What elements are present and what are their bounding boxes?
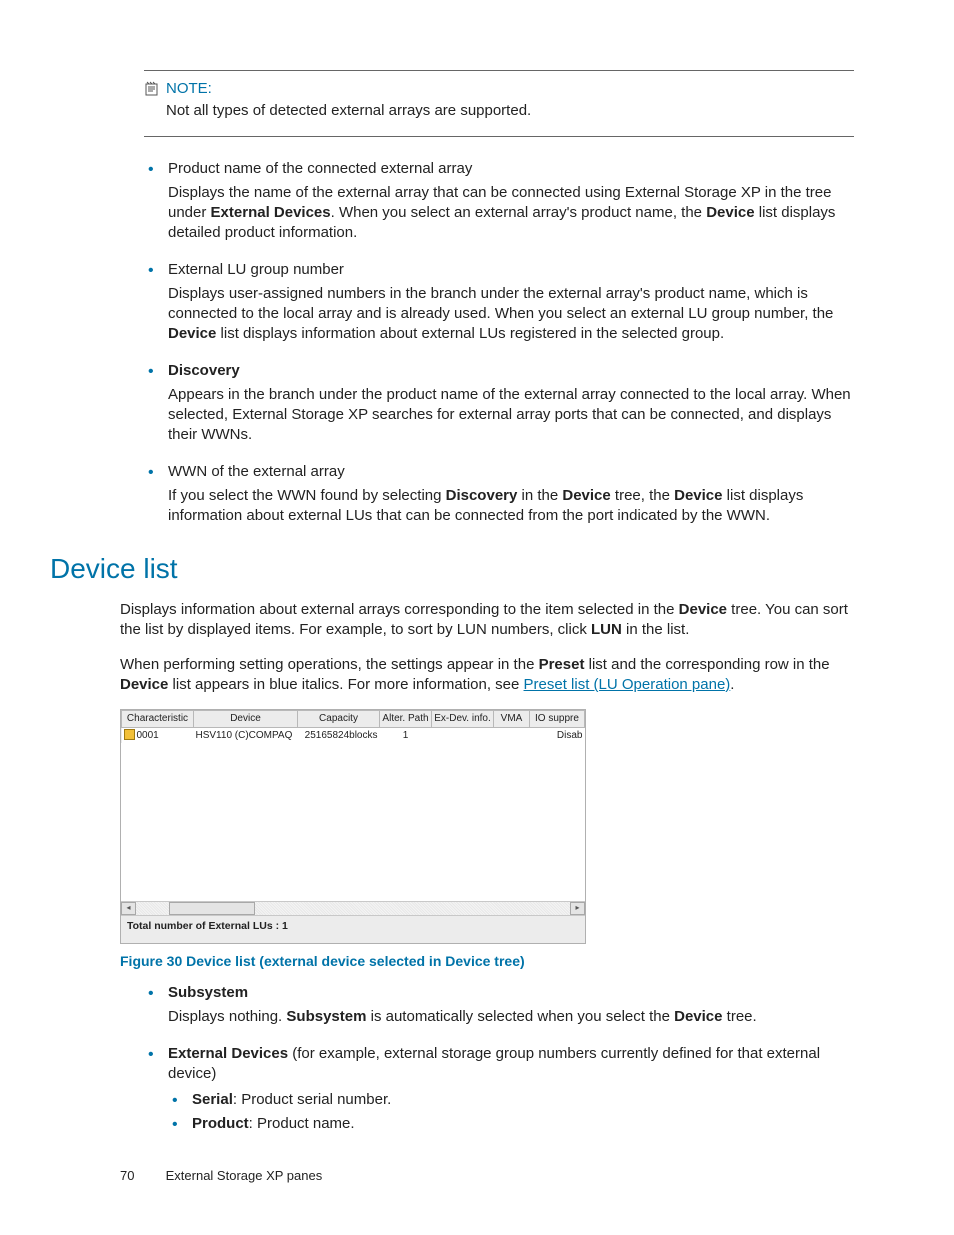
cell-ex-dev-info bbox=[432, 727, 494, 743]
item-heading: WWN of the external array bbox=[168, 462, 854, 482]
scroll-right-button[interactable]: ▸ bbox=[570, 902, 585, 915]
text: When performing setting operations, the … bbox=[120, 656, 539, 673]
text: Displays information about external arra… bbox=[120, 601, 679, 618]
item-body: If you select the WWN found by selecting… bbox=[168, 486, 854, 527]
bold-text: Subsystem bbox=[168, 984, 248, 1001]
cell-capacity: 25165824blocks bbox=[298, 727, 380, 743]
col-characteristic[interactable]: Characteristic bbox=[122, 711, 194, 728]
sub-list: Serial: Product serial number. Product: … bbox=[168, 1090, 854, 1135]
table-empty-area bbox=[121, 743, 585, 901]
col-ex-dev-info[interactable]: Ex-Dev. info. bbox=[432, 711, 494, 728]
text: tree. bbox=[723, 1008, 757, 1025]
bold-text: External Devices bbox=[168, 1045, 288, 1062]
bold-text: Device bbox=[679, 601, 727, 618]
list-item: Discovery Appears in the branch under th… bbox=[144, 361, 854, 446]
col-alter-path[interactable]: Alter. Path bbox=[380, 711, 432, 728]
col-device[interactable]: Device bbox=[194, 711, 298, 728]
item-body: Appears in the branch under the product … bbox=[168, 385, 854, 446]
table-footer: Total number of External LUs : 1 bbox=[121, 916, 585, 943]
lu-icon bbox=[124, 729, 135, 740]
table-row[interactable]: 0001 HSV110 (C)COMPAQ 25165824blocks 1 D… bbox=[122, 727, 585, 743]
cell-device: HSV110 (C)COMPAQ bbox=[194, 727, 298, 743]
text: : Product name. bbox=[249, 1115, 355, 1132]
text: Displays user-assigned numbers in the br… bbox=[168, 285, 833, 322]
table-header-row: Characteristic Device Capacity Alter. Pa… bbox=[122, 711, 585, 728]
item-body: Displays user-assigned numbers in the br… bbox=[168, 284, 854, 345]
text: : Product serial number. bbox=[233, 1091, 391, 1108]
list-item: WWN of the external array If you select … bbox=[144, 462, 854, 527]
col-capacity[interactable]: Capacity bbox=[298, 711, 380, 728]
item-heading: Subsystem bbox=[168, 983, 854, 1003]
cell-vma bbox=[494, 727, 530, 743]
list-item: Product name of the connected external a… bbox=[144, 159, 854, 244]
note-label: NOTE: bbox=[166, 79, 212, 99]
item-body: External Devices (for example, external … bbox=[168, 1044, 854, 1085]
device-table: Characteristic Device Capacity Alter. Pa… bbox=[121, 710, 585, 743]
item-heading: Discovery bbox=[168, 361, 854, 381]
text: is automatically selected when you selec… bbox=[366, 1008, 674, 1025]
item-body: Displays nothing. Subsystem is automatic… bbox=[168, 1007, 854, 1027]
note-text: Not all types of detected external array… bbox=[166, 101, 854, 121]
page-number: 70 bbox=[120, 1167, 162, 1185]
bold-text: Product bbox=[192, 1115, 249, 1132]
cell-characteristic: 0001 bbox=[122, 727, 194, 743]
bold-text: Device bbox=[120, 676, 168, 693]
bold-text: Device bbox=[562, 487, 610, 504]
note-box: NOTE: Not all types of detected external… bbox=[144, 70, 854, 137]
text: . bbox=[730, 676, 734, 693]
text: in the bbox=[517, 487, 562, 504]
text: list and the corresponding row in the bbox=[584, 656, 829, 673]
preset-list-link[interactable]: Preset list (LU Operation pane) bbox=[524, 676, 731, 693]
bold-text: External Devices bbox=[211, 204, 331, 221]
text: Displays nothing. bbox=[168, 1008, 286, 1025]
bold-text: Device bbox=[674, 1008, 722, 1025]
bold-text: Discovery bbox=[168, 362, 240, 379]
text: . When you select an external array's pr… bbox=[331, 204, 707, 221]
paragraph: Displays information about external arra… bbox=[120, 600, 854, 641]
item-heading: Product name of the connected external a… bbox=[168, 159, 854, 179]
text: tree, the bbox=[611, 487, 674, 504]
col-vma[interactable]: VMA bbox=[494, 711, 530, 728]
horizontal-scrollbar[interactable]: ◂ ▸ bbox=[121, 901, 585, 916]
scroll-left-button[interactable]: ◂ bbox=[121, 902, 136, 915]
page-footer: 70 External Storage XP panes bbox=[120, 1167, 322, 1185]
figure-caption: Figure 30 Device list (external device s… bbox=[120, 952, 854, 971]
item-heading: External LU group number bbox=[168, 260, 854, 280]
text: list displays information about external… bbox=[216, 325, 724, 342]
list-item: External LU group number Displays user-a… bbox=[144, 260, 854, 345]
item-body: Displays the name of the external array … bbox=[168, 183, 854, 244]
text: 0001 bbox=[137, 730, 159, 741]
feature-list: Product name of the connected external a… bbox=[144, 159, 854, 527]
list-item: Subsystem Displays nothing. Subsystem is… bbox=[144, 983, 854, 1028]
col-io-suppress[interactable]: IO suppre bbox=[530, 711, 585, 728]
text: in the list. bbox=[622, 621, 690, 638]
list-item: External Devices (for example, external … bbox=[144, 1044, 854, 1135]
bold-text: Discovery bbox=[446, 487, 518, 504]
cell-io-suppress: Disab bbox=[530, 727, 585, 743]
bold-text: LUN bbox=[591, 621, 622, 638]
description-list: Subsystem Displays nothing. Subsystem is… bbox=[144, 983, 854, 1135]
scroll-thumb[interactable] bbox=[169, 902, 255, 915]
cell-alter-path: 1 bbox=[380, 727, 432, 743]
device-list-panel: Characteristic Device Capacity Alter. Pa… bbox=[120, 709, 586, 944]
device-list-figure: Characteristic Device Capacity Alter. Pa… bbox=[120, 709, 854, 971]
bold-text: Device bbox=[706, 204, 754, 221]
paragraph: When performing setting operations, the … bbox=[120, 655, 854, 696]
bold-text: Preset bbox=[539, 656, 585, 673]
section-heading: Device list bbox=[50, 550, 854, 588]
text: If you select the WWN found by selecting bbox=[168, 487, 446, 504]
list-item: Serial: Product serial number. bbox=[168, 1090, 854, 1110]
bold-text: Device bbox=[168, 325, 216, 342]
bold-text: Serial bbox=[192, 1091, 233, 1108]
footer-title: External Storage XP panes bbox=[166, 1168, 323, 1183]
bold-text: Device bbox=[674, 487, 722, 504]
page-content: NOTE: Not all types of detected external… bbox=[0, 0, 954, 1191]
bold-text: Subsystem bbox=[286, 1008, 366, 1025]
text: list appears in blue italics. For more i… bbox=[168, 676, 523, 693]
note-icon bbox=[144, 81, 160, 97]
list-item: Product: Product name. bbox=[168, 1114, 854, 1134]
